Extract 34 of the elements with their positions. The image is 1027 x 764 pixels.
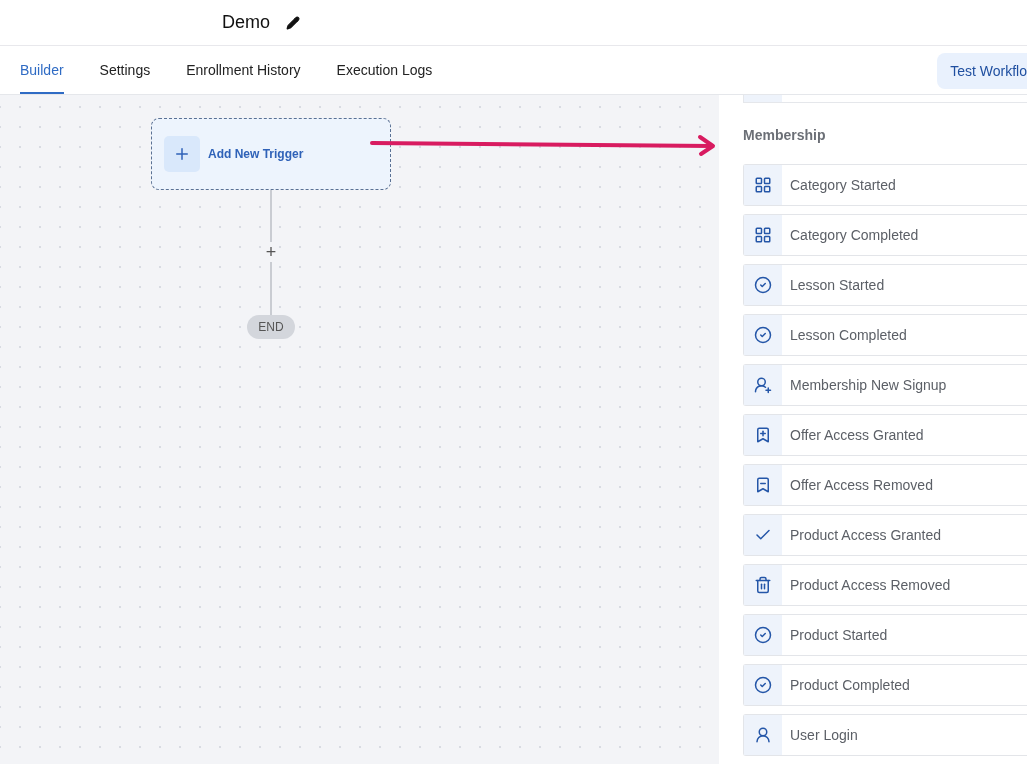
section-heading: Membership [743,127,827,143]
end-node: END [247,315,295,339]
test-workflow-button[interactable]: Test Workflo [937,53,1027,89]
check-circle-icon [754,276,772,294]
workflow-title: Demo [222,12,270,33]
check-circle-icon [754,676,772,694]
check-circle-icon [754,626,772,644]
grid-icon [754,176,772,194]
trigger-option[interactable]: Category Completed [743,214,1027,256]
add-step-button[interactable]: + [265,242,277,262]
tab[interactable]: Enrollment History [186,46,301,94]
trash-icon [754,576,772,594]
trigger-option[interactable]: Product Started [743,614,1027,656]
trigger-option[interactable]: Category Started [743,164,1027,206]
trigger-option[interactable]: User Login [743,714,1027,756]
trigger-option[interactable]: Product Completed [743,664,1027,706]
user-plus-icon [754,376,772,394]
trigger-option[interactable]: Lesson Started [743,264,1027,306]
trigger-option[interactable]: Membership New Signup [743,364,1027,406]
user-icon [754,726,772,744]
check-circle-icon [754,326,772,344]
bookmark-minus-icon [754,476,772,494]
plus-icon [173,145,191,163]
trigger-option[interactable]: Offer Access Removed [743,464,1027,506]
trigger-option[interactable]: Lesson Completed [743,314,1027,356]
trigger-option[interactable]: Offer Access Granted [743,414,1027,456]
trigger-option[interactable]: Product Access Removed [743,564,1027,606]
bookmark-plus-icon [754,426,772,444]
grid-icon [754,226,772,244]
pencil-icon[interactable] [286,15,300,30]
tab[interactable]: Execution Logs [336,46,433,94]
trigger-option[interactable]: Product Access Granted [743,514,1027,556]
tab[interactable]: Settings [99,46,151,94]
add-trigger-node[interactable]: Add New Trigger [151,118,391,190]
